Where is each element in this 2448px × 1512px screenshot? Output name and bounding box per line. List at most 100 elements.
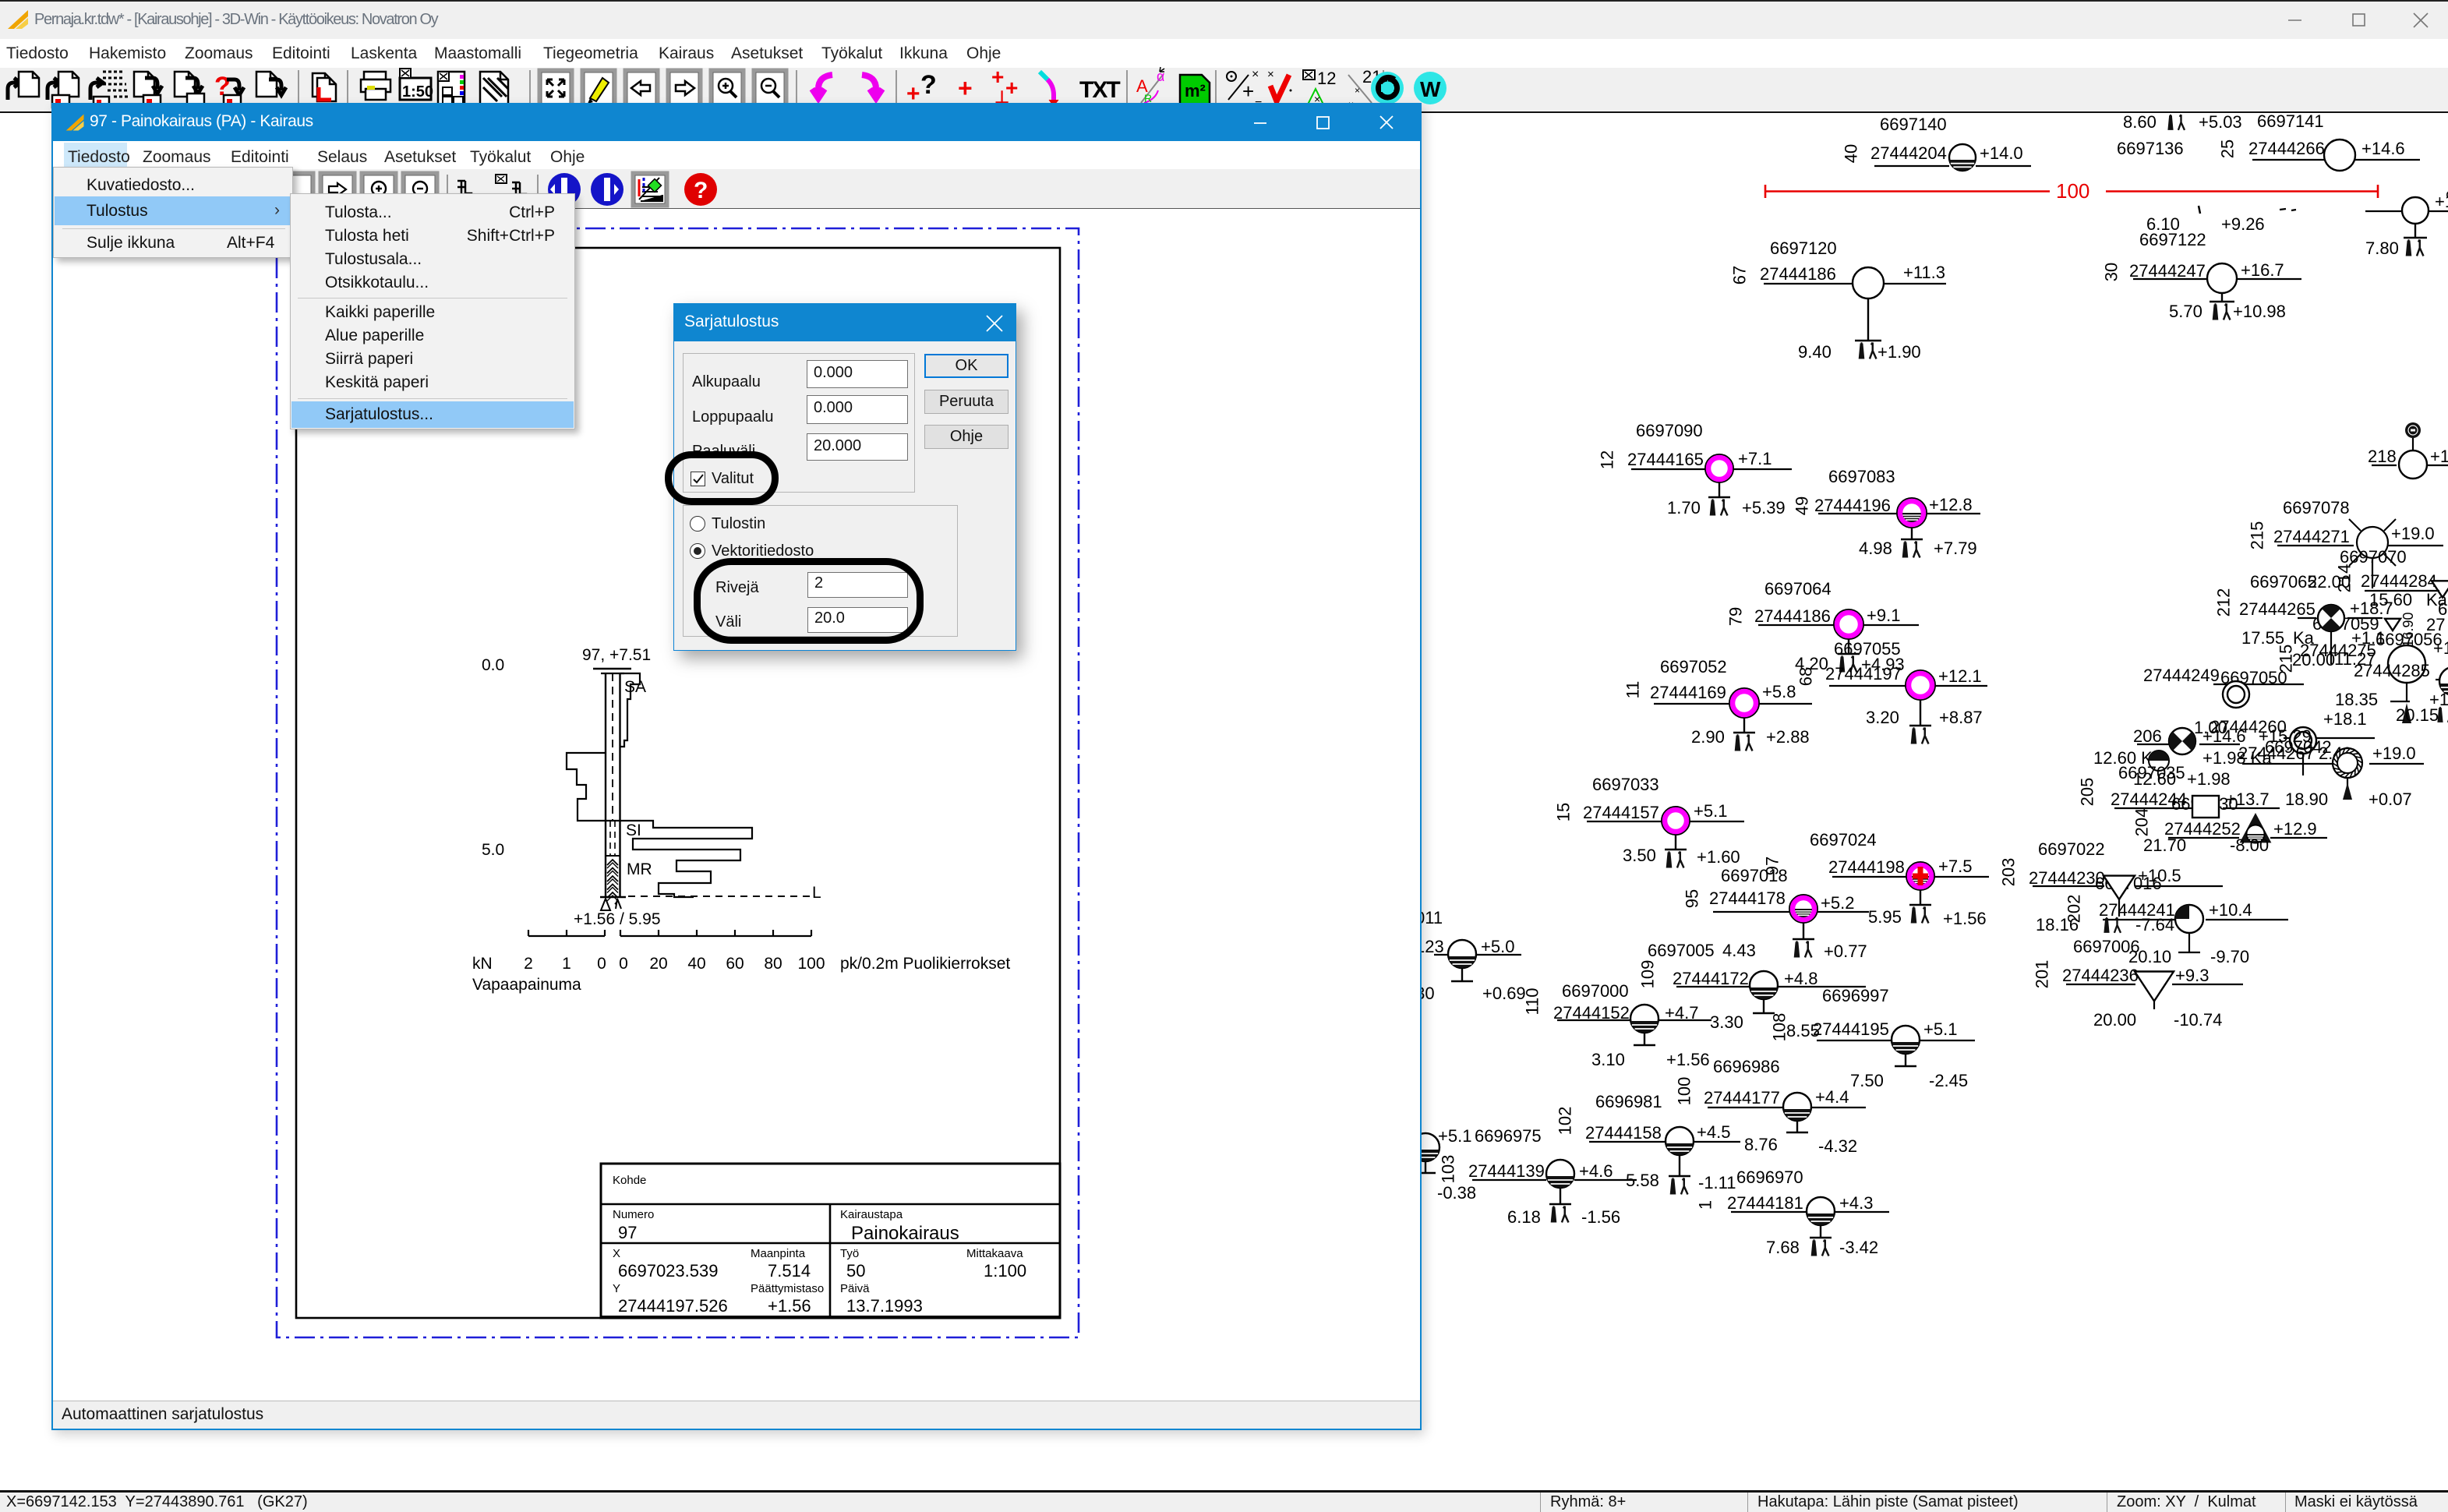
svg-text:3.20: 3.20 [1866,708,1899,727]
svg-text:+1.60: +1.60 [1697,847,1740,867]
svg-text:4.43: 4.43 [1722,941,1756,960]
svg-text:100: 100 [797,955,825,973]
svg-text:+5.1: +5.1 [1438,1126,1471,1146]
svg-text:109: 109 [1638,960,1658,989]
svg-text:MR: MR [627,860,652,878]
svg-text:27444267: 27444267 [2238,744,2315,763]
svg-text:27444247: 27444247 [2129,261,2206,281]
svg-text:+: + [1242,79,1254,103]
svg-text:6696986: 6696986 [1713,1057,1780,1076]
svg-text:+4.5: +4.5 [1697,1122,1730,1142]
svg-text:-2.45: -2.45 [1929,1071,1968,1090]
svg-text:40: 40 [1842,144,1861,163]
svg-text:7.514: 7.514 [768,1261,811,1281]
svg-text:+7.1: +7.1 [1738,449,1772,468]
svg-text:+12.8: +12.8 [1929,495,1973,514]
svg-text:21.70: 21.70 [2143,835,2186,855]
svg-text:27444178: 27444178 [1709,888,1786,908]
svg-text:Päivä: Päivä [840,1282,870,1295]
svg-text:L: L [812,884,821,902]
svg-text:3.30: 3.30 [1710,1012,1743,1032]
svg-text:TXT: TXT [1079,77,1120,103]
svg-text:+1.56 / 5.95: +1.56 / 5.95 [574,910,661,928]
svg-text:6697064: 6697064 [1764,579,1832,599]
svg-text:6697136: 6697136 [2117,139,2184,158]
svg-text:Kohde: Kohde [613,1174,646,1187]
svg-text:-4.32: -4.32 [1818,1136,1857,1156]
svg-text:6697078: 6697078 [2283,498,2350,518]
svg-text:11: 11 [1623,681,1643,699]
svg-text:6697141: 6697141 [2257,111,2324,131]
svg-text:27444230: 27444230 [2029,868,2105,888]
svg-text:18.35: 18.35 [2335,690,2378,709]
svg-text:×: × [1252,68,1259,81]
svg-text:6697033: 6697033 [1592,775,1659,794]
svg-text:27444285: 27444285 [2354,661,2430,680]
svg-text:95: 95 [1683,889,1702,908]
svg-text:13.7.1993: 13.7.1993 [846,1296,923,1316]
svg-text:49: 49 [1793,496,1812,515]
svg-text:+0.69: +0.69 [1482,984,1526,1003]
svg-text:+1.90: +1.90 [1878,342,1921,362]
svg-text:18.16: 18.16 [2036,915,2079,934]
svg-text:27444158: 27444158 [1585,1123,1662,1143]
svg-text:27444204: 27444204 [1870,143,1947,163]
svg-text:79: 79 [1726,607,1746,626]
svg-text:6697120: 6697120 [1770,238,1837,258]
svg-text:-10.74: -10.74 [2174,1010,2222,1030]
svg-text:6696975: 6696975 [1475,1126,1542,1146]
svg-text:-1.56: -1.56 [1581,1207,1620,1227]
svg-text:kN: kN [472,955,493,973]
svg-text:27444271: 27444271 [2273,527,2350,546]
svg-text:27444198: 27444198 [1828,857,1905,877]
svg-text:6697000: 6697000 [1562,981,1629,1001]
svg-text:+19.: +19. [2433,638,2448,658]
svg-text:6696970: 6696970 [1736,1168,1803,1187]
svg-text:+5.03: +5.03 [2199,112,2242,132]
svg-text:203: 203 [1999,858,2019,887]
svg-text:+4.3: +4.3 [1839,1193,1873,1213]
svg-text:103: 103 [1439,1155,1458,1184]
svg-text:215: 215 [2248,521,2267,550]
svg-text:0: 0 [619,955,628,973]
svg-text:?: ? [694,178,708,203]
svg-text:Ka: Ka [2426,590,2448,609]
svg-text:50: 50 [846,1261,865,1281]
svg-text:+1.56: +1.56 [1666,1050,1710,1069]
svg-text:214: 214 [2335,564,2354,593]
svg-text:6697090: 6697090 [1636,421,1703,440]
svg-text:27444157: 27444157 [1583,803,1659,822]
svg-text:Y: Y [613,1282,620,1295]
svg-text:9.40: 9.40 [1798,342,1832,362]
svg-text:+4.4: +4.4 [1815,1087,1849,1107]
svg-text:-8.00: -8.00 [2230,835,2269,855]
svg-text:27444169: 27444169 [1650,683,1726,702]
svg-text:+19.0: +19.0 [2391,524,2435,543]
svg-text:SA: SA [624,678,646,696]
svg-text:27444197.526: 27444197.526 [618,1296,728,1316]
svg-text:67: 67 [1730,266,1750,284]
svg-text:+9.3: +9.3 [2175,966,2209,985]
svg-text:+14.0: +14.0 [1980,143,2023,163]
svg-text:60: 60 [726,955,744,973]
svg-text:6697018: 6697018 [1721,866,1788,885]
svg-text:+: + [991,65,1004,89]
svg-text:27444186: 27444186 [1760,264,1836,284]
svg-text:Maanpinta: Maanpinta [751,1247,806,1260]
svg-text:Vapaapainuma: Vapaapainuma [472,976,581,994]
svg-text:7.50: 7.50 [1850,1071,1884,1090]
svg-text:27444197: 27444197 [1825,664,1902,684]
svg-text:+10.4: +10.4 [2209,900,2252,920]
svg-text:+0.07: +0.07 [2369,790,2412,809]
svg-text:8.60: 8.60 [2123,112,2157,132]
svg-text:+0.77: +0.77 [1824,941,1867,961]
svg-text:25: 25 [2218,140,2238,158]
svg-text:27444265: 27444265 [2239,599,2316,619]
svg-text:0.0: 0.0 [482,656,504,674]
svg-text:-0.38: -0.38 [1437,1183,1476,1203]
svg-text:27444139: 27444139 [1468,1161,1545,1181]
svg-text:97: 97 [618,1223,637,1242]
svg-text:5.70: 5.70 [2169,302,2202,321]
svg-text:3.50: 3.50 [1623,846,1656,865]
svg-text:6697022: 6697022 [2038,839,2105,859]
